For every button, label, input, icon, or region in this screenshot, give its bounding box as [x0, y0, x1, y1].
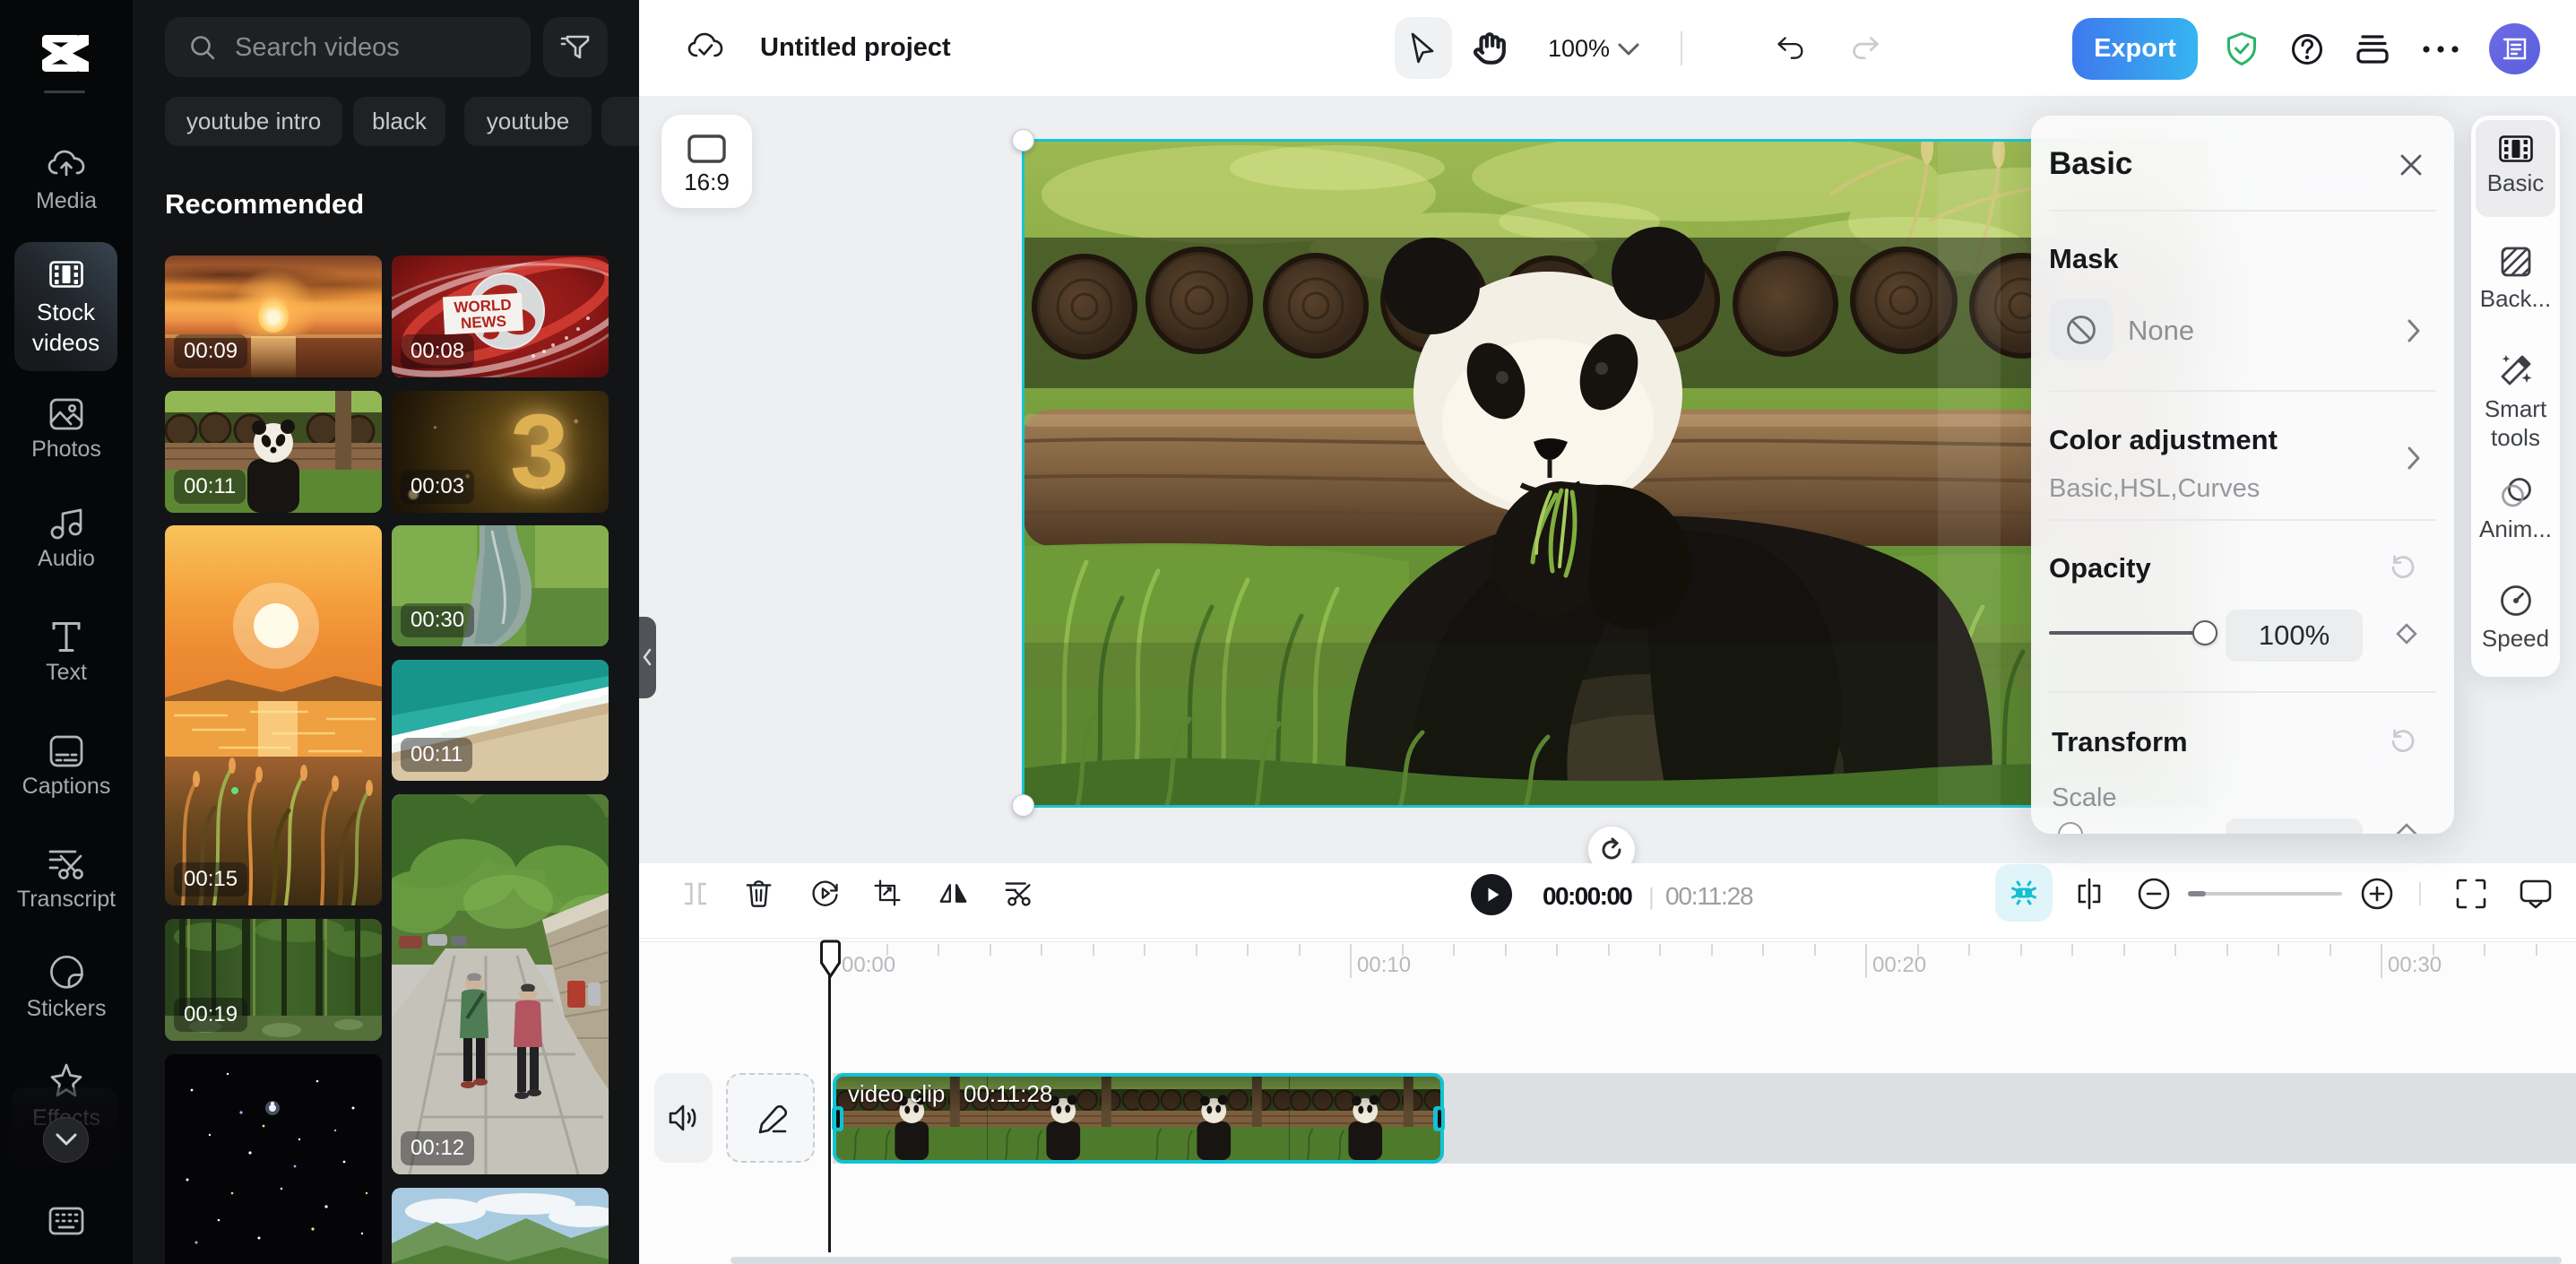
svg-text:NEWS: NEWS — [461, 313, 507, 333]
